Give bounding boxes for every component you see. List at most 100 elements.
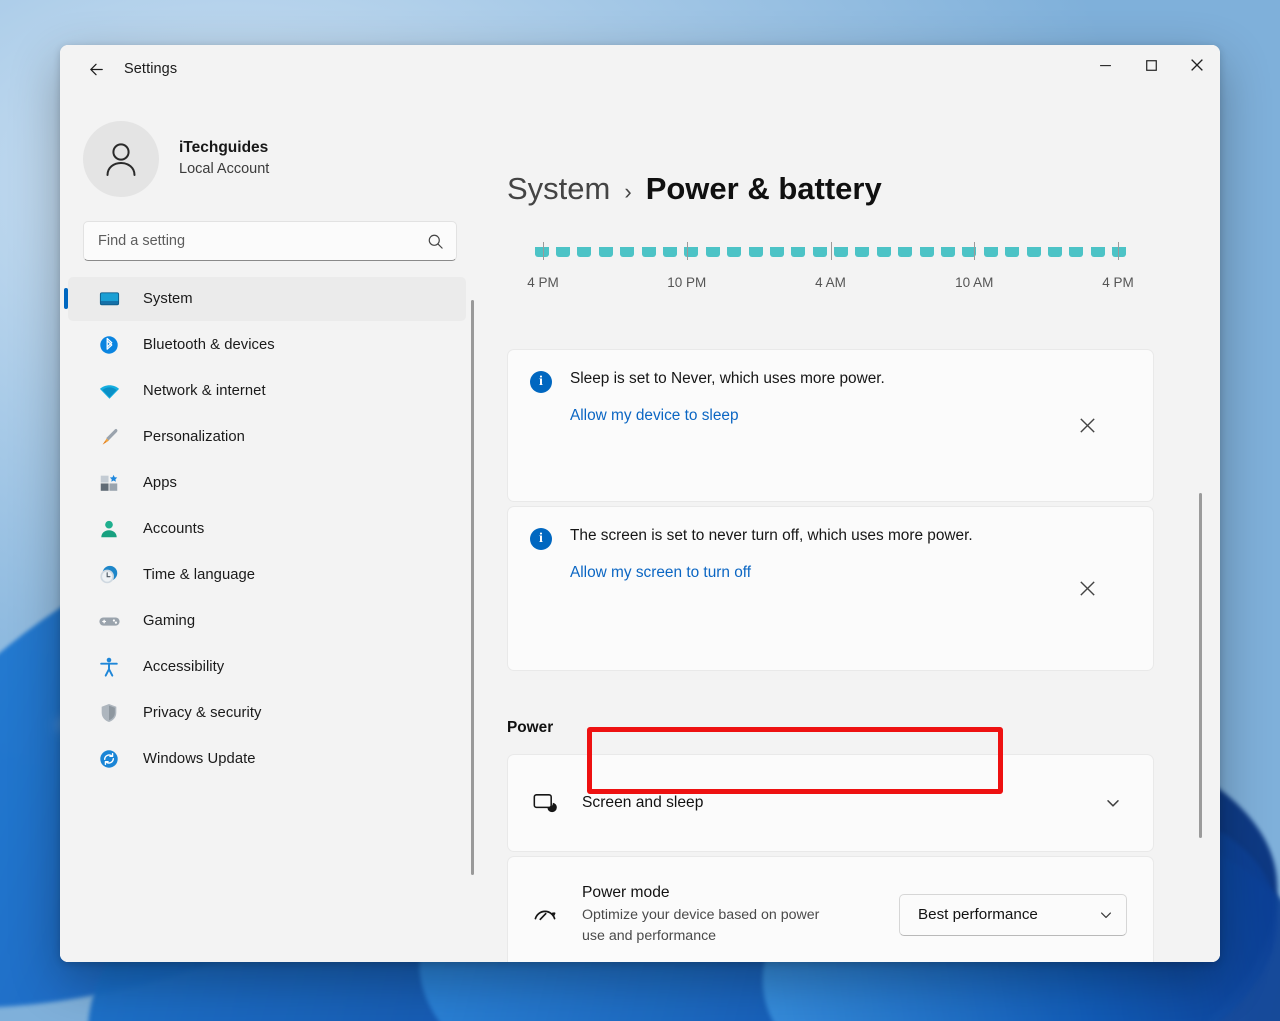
sidebar-item-label: Personalization	[143, 429, 245, 445]
update-icon	[96, 746, 122, 772]
chart-axis-tick	[974, 242, 975, 260]
main-scrollbar-thumb[interactable]	[1199, 493, 1202, 838]
main-content: System › Power & battery 4 PM10 PM4 AM10…	[480, 93, 1220, 962]
sidebar-item-network-internet[interactable]: Network & internet	[68, 369, 466, 413]
sidebar-item-bluetooth-devices[interactable]: Bluetooth & devices	[68, 323, 466, 367]
window-titlebar: Settings	[60, 45, 1220, 93]
account-type: Local Account	[179, 159, 269, 179]
clock-icon	[96, 562, 122, 588]
battery-level-chart: 4 PM 10 PM 4 AM 10 AM 4 PM	[507, 241, 1154, 313]
chart-bar	[1069, 247, 1083, 257]
back-button[interactable]	[76, 53, 116, 85]
settings-window: Settings	[60, 45, 1220, 962]
info-banner-sleep: i Sleep is set to Never, which uses more…	[507, 349, 1154, 502]
card-subtitle: Optimize your device based on power use …	[582, 905, 832, 946]
chart-bar	[577, 247, 591, 257]
card-title: Power mode	[582, 882, 899, 903]
chart-bar	[1027, 247, 1041, 257]
sidebar-item-apps[interactable]: Apps	[68, 461, 466, 505]
close-button[interactable]	[1174, 45, 1220, 85]
sidebar-scrollbar[interactable]	[471, 300, 474, 875]
account-name: iTechguides	[179, 138, 269, 159]
account-icon	[96, 516, 122, 542]
sidebar-item-time-language[interactable]: Time & language	[68, 553, 466, 597]
account-summary[interactable]: iTechguides Local Account	[60, 93, 480, 203]
chart-bar	[599, 247, 613, 257]
sidebar-item-system[interactable]: System	[68, 277, 466, 321]
allow-device-to-sleep-link[interactable]: Allow my device to sleep	[570, 407, 739, 425]
paintbrush-icon	[96, 424, 122, 450]
chart-axis-tick-label: 4 AM	[815, 275, 846, 290]
power-mode-dropdown[interactable]: Best performance	[899, 894, 1127, 936]
power-mode-row: Power mode Optimize your device based on…	[507, 856, 1154, 962]
account-text: iTechguides Local Account	[179, 138, 269, 179]
chart-bar	[620, 247, 634, 257]
chart-bar	[642, 247, 656, 257]
chart-axis-tick	[831, 242, 832, 260]
sidebar-item-accounts[interactable]: Accounts	[68, 507, 466, 551]
wifi-icon	[96, 378, 122, 404]
search-box[interactable]	[83, 221, 457, 261]
chart-axis-tick-label: 10 AM	[955, 275, 993, 290]
sidebar-item-label: Apps	[143, 475, 177, 491]
window-caption-buttons	[1082, 45, 1220, 93]
dismiss-banner-button[interactable]	[1070, 409, 1104, 443]
sidebar-item-windows-update[interactable]: Windows Update	[68, 737, 466, 781]
sidebar-item-label: Windows Update	[143, 751, 256, 767]
minimize-button[interactable]	[1082, 45, 1128, 85]
accessibility-icon	[96, 654, 122, 680]
sidebar-nav: System Bluetooth & devices	[60, 275, 480, 962]
chart-axis-tick	[543, 242, 544, 260]
chart-axis-tick	[687, 242, 688, 260]
chevron-down-icon	[1099, 908, 1113, 922]
dismiss-banner-button[interactable]	[1070, 572, 1104, 606]
chart-bar	[855, 247, 869, 257]
power-mode-selected-value: Best performance	[918, 906, 1038, 923]
close-icon	[1079, 580, 1096, 597]
chart-bar	[1048, 247, 1062, 257]
sidebar: iTechguides Local Account	[60, 93, 480, 962]
expand-screen-sleep-button[interactable]	[1097, 787, 1129, 819]
sidebar-item-personalization[interactable]: Personalization	[68, 415, 466, 459]
chart-bar	[877, 247, 891, 257]
screen-sleep-icon	[530, 788, 560, 818]
sidebar-item-gaming[interactable]: Gaming	[68, 599, 466, 643]
chart-bar	[535, 247, 549, 257]
chart-bar	[556, 247, 570, 257]
chart-bar	[663, 247, 677, 257]
sidebar-item-accessibility[interactable]: Accessibility	[68, 645, 466, 689]
bluetooth-icon	[96, 332, 122, 358]
section-heading-power: Power	[507, 719, 553, 737]
search-icon	[427, 233, 444, 250]
close-icon	[1190, 58, 1204, 72]
search-input[interactable]	[98, 233, 427, 249]
chart-bar	[1112, 247, 1126, 257]
chart-bar	[834, 247, 848, 257]
chart-axis-tick-label: 4 PM	[1102, 275, 1134, 290]
chart-bar	[706, 247, 720, 257]
sidebar-item-label: Accounts	[143, 521, 204, 537]
info-icon: i	[530, 371, 552, 393]
gamepad-icon	[96, 608, 122, 634]
maximize-icon	[1145, 59, 1158, 72]
allow-screen-turn-off-link[interactable]: Allow my screen to turn off	[570, 564, 751, 582]
chart-bar	[898, 247, 912, 257]
person-icon	[99, 137, 143, 181]
banner-content: The screen is set to never turn off, whi…	[570, 525, 1070, 582]
chart-bar	[984, 247, 998, 257]
sidebar-item-label: Accessibility	[143, 659, 224, 675]
shield-icon	[96, 700, 122, 726]
chart-axis-tick-label: 4 PM	[527, 275, 559, 290]
info-banner-screen: i The screen is set to never turn off, w…	[507, 506, 1154, 671]
screen-and-sleep-row[interactable]: Screen and sleep	[507, 754, 1154, 852]
breadcrumb-parent-link[interactable]: System	[507, 171, 610, 207]
breadcrumb-separator-icon: ›	[624, 179, 631, 205]
desktop-wallpaper: Settings	[0, 0, 1280, 1021]
chart-bar	[1005, 247, 1019, 257]
chart-axis-tick-label: 10 PM	[667, 275, 706, 290]
sidebar-item-privacy-security[interactable]: Privacy & security	[68, 691, 466, 735]
chart-bar	[749, 247, 763, 257]
maximize-button[interactable]	[1128, 45, 1174, 85]
chart-bar	[941, 247, 955, 257]
sidebar-item-label: Network & internet	[143, 383, 266, 399]
